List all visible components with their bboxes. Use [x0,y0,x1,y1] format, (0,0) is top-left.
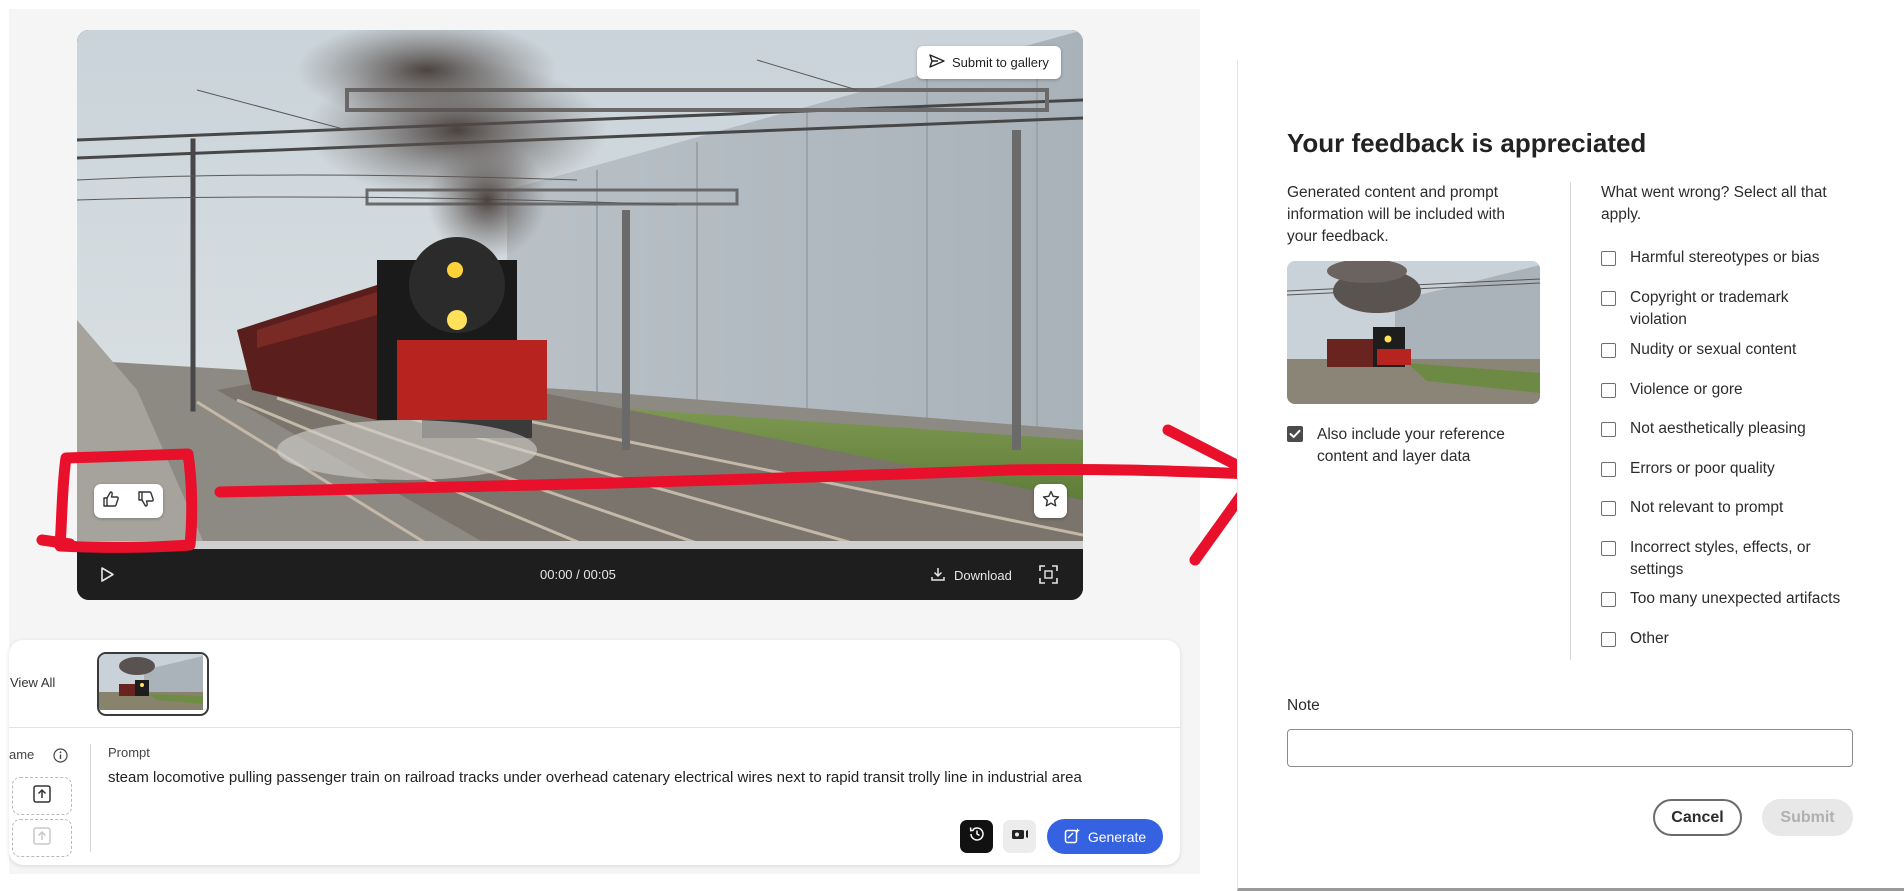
submit-to-gallery-button[interactable]: Submit to gallery [917,46,1061,79]
time-display: 00:00 / 00:05 [540,567,616,582]
prompt-divider [90,744,91,852]
what-went-wrong-heading: What went wrong? Select all that apply. [1601,184,1827,223]
style-reference-button[interactable] [1003,820,1036,853]
view-all-link[interactable]: View All [10,675,55,690]
checkbox-not-relevant[interactable] [1601,501,1616,516]
option-label-copyright: Copyright or trademark violation [1630,289,1789,328]
option-label-harmful-stereotypes: Harmful stereotypes or bias [1630,249,1820,266]
generate-label: Generate [1087,828,1147,845]
download-icon [930,566,946,585]
prompt-label: Prompt [108,745,150,760]
video-frame [77,30,1083,550]
checkbox-other[interactable] [1601,632,1616,647]
feedback-vote-group [94,484,163,518]
selected-generation-thumbnail[interactable] [97,652,209,716]
checkbox-incorrect-styles[interactable] [1601,541,1616,556]
download-button[interactable]: Download [930,566,1012,585]
favorite-button[interactable] [1034,484,1067,518]
include-reference-checkbox[interactable] [1287,426,1303,447]
info-icon[interactable] [53,748,68,768]
option-label-other: Other [1630,630,1669,647]
prompt-input[interactable]: steam locomotive pulling passenger train… [108,769,1082,786]
star-icon [1042,490,1060,513]
checkbox-not-aesthetic[interactable] [1601,422,1616,437]
upload-icon [32,784,52,809]
history-button[interactable] [960,820,993,853]
option-label-incorrect-styles: Incorrect styles, effects, or settings [1630,539,1811,578]
thumbs-up-icon[interactable] [102,490,120,513]
option-label-violence: Violence or gore [1630,381,1743,398]
scrub-track[interactable] [77,541,1083,549]
fullscreen-icon[interactable] [1039,565,1058,587]
history-icon [968,825,986,848]
note-label: Note [1287,697,1320,714]
feedback-content-thumbnail [1287,261,1540,404]
upload-icon [32,826,52,851]
frame-label: ame [9,747,35,762]
video-control-bar: 00:00 / 00:05 Download [77,549,1083,600]
generate-button[interactable]: Generate [1047,819,1163,854]
submit-button[interactable]: Submit [1762,799,1853,836]
send-icon [929,54,945,71]
upload-slot-end [12,819,72,857]
thumbs-down-icon[interactable] [137,490,155,513]
checkbox-harmful-stereotypes[interactable] [1601,251,1616,266]
video-player[interactable]: 00:00 / 00:05 Download [77,30,1083,600]
panel-divider [9,727,1180,728]
upload-slot-start[interactable] [12,777,72,815]
cancel-button[interactable]: Cancel [1653,799,1742,836]
option-label-not-aesthetic: Not aesthetically pleasing [1630,420,1806,437]
checkbox-copyright[interactable] [1601,291,1616,306]
checkbox-violence[interactable] [1601,383,1616,398]
include-reference-label: Also include your reference content and … [1317,426,1505,465]
option-label-errors: Errors or poor quality [1630,460,1775,477]
generate-icon [1064,827,1081,847]
download-label: Download [954,568,1012,583]
play-icon[interactable] [99,566,115,586]
option-label-artifacts: Too many unexpected artifacts [1630,590,1841,607]
option-label-nudity: Nudity or sexual content [1630,341,1797,358]
dialog-title: Your feedback is appreciated [1287,128,1647,158]
option-label-not-relevant: Not relevant to prompt [1630,499,1784,516]
checkbox-artifacts[interactable] [1601,592,1616,607]
dialog-column-divider [1570,182,1571,660]
dialog-info-text: Generated content and prompt information… [1287,184,1505,245]
checkbox-errors[interactable] [1601,462,1616,477]
submit-to-gallery-label: Submit to gallery [952,55,1049,70]
note-input[interactable] [1287,729,1853,767]
style-icon [1011,827,1029,846]
checkbox-nudity[interactable] [1601,343,1616,358]
